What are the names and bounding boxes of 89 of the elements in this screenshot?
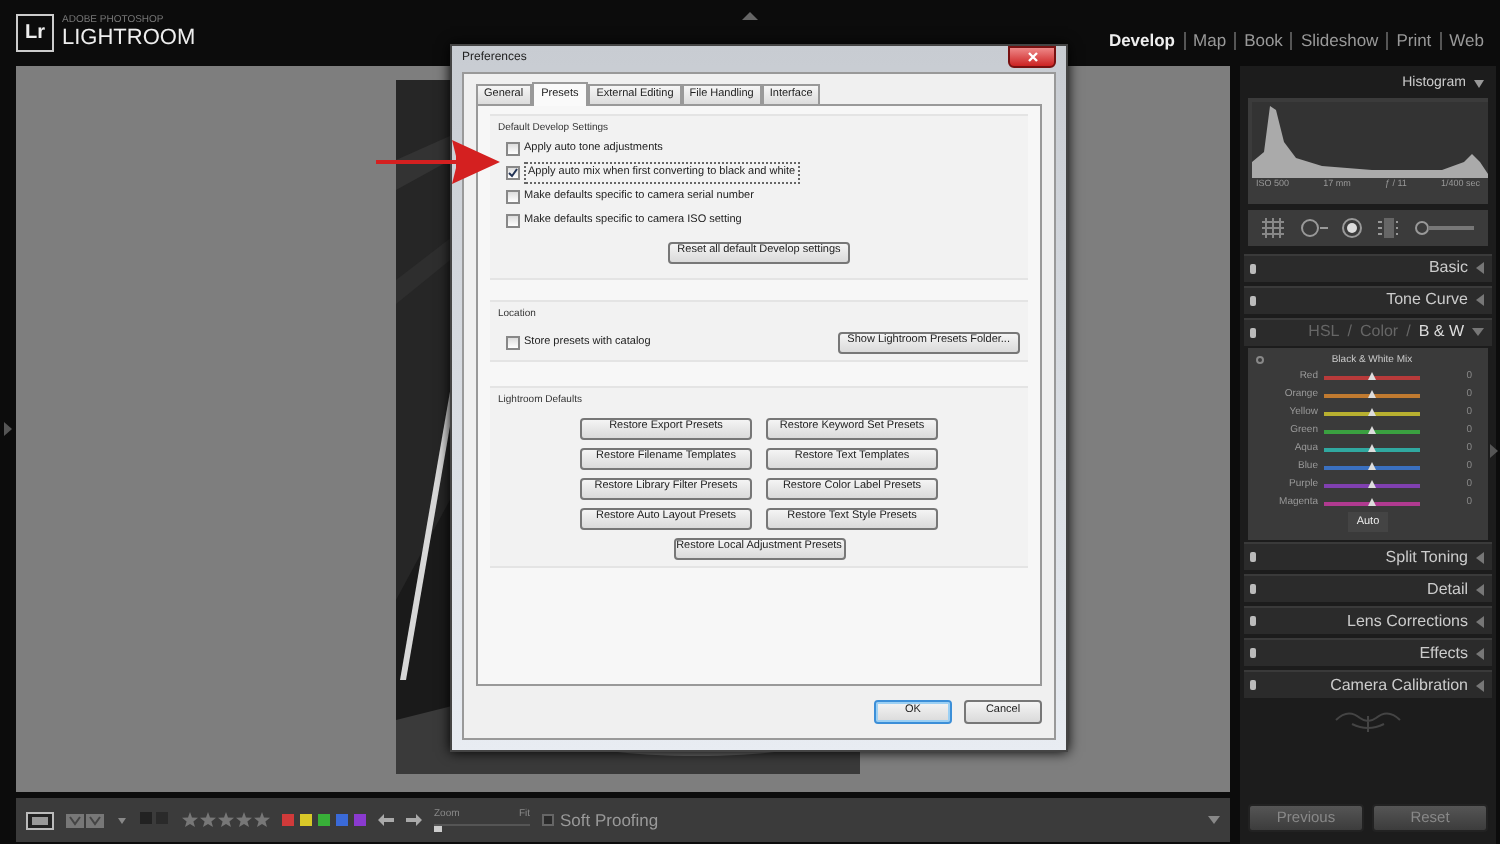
star-icon[interactable] <box>236 812 252 828</box>
separator-slash: / <box>1406 320 1411 344</box>
panel-title: Detail <box>1427 577 1468 602</box>
loupe-view-icon[interactable] <box>26 811 54 829</box>
slider-thumb[interactable] <box>1368 461 1376 469</box>
module-tab[interactable]: Print <box>1386 32 1440 50</box>
collapse-arrow-icon <box>742 12 758 20</box>
zoom-slider[interactable] <box>434 823 530 832</box>
panel-switch-icon[interactable] <box>1250 616 1256 627</box>
collapse-arrow-icon[interactable] <box>1476 615 1484 628</box>
panel-header[interactable]: Split Toning <box>1244 542 1492 571</box>
color-label[interactable] <box>318 814 330 826</box>
collapse-arrow-icon[interactable] <box>1474 80 1484 89</box>
slider-thumb[interactable] <box>434 825 442 832</box>
spot-removal-icon[interactable] <box>1299 217 1328 237</box>
panel-header[interactable]: Camera Calibration <box>1244 670 1492 699</box>
module-tab[interactable]: Book <box>1234 32 1291 50</box>
color-label[interactable] <box>354 814 366 826</box>
panel-title: Tone Curve <box>1386 288 1468 312</box>
ornament-icon <box>1332 708 1404 733</box>
close-icon <box>1027 52 1037 62</box>
panel-switch-icon[interactable] <box>1250 584 1256 595</box>
soft-proofing-label: Soft Proofing <box>560 807 659 833</box>
panel-header[interactable]: Detail <box>1244 574 1492 603</box>
module-tab[interactable]: Map <box>1183 32 1235 50</box>
caret-icon[interactable] <box>1208 816 1220 824</box>
caret-icon[interactable] <box>118 817 126 823</box>
panel-header[interactable]: Tone Curve <box>1244 285 1492 313</box>
star-icon[interactable] <box>218 812 234 828</box>
panel-title: Basic <box>1428 256 1468 280</box>
collapse-arrow-icon[interactable] <box>1476 551 1484 564</box>
slider-thumb[interactable] <box>1368 425 1376 433</box>
checkbox[interactable] <box>506 190 520 204</box>
graduated-filter-icon[interactable] <box>1378 217 1399 237</box>
module-tab[interactable]: Web <box>1439 32 1492 50</box>
color-label[interactable] <box>282 814 294 826</box>
collapse-arrow-icon[interactable] <box>1476 679 1484 692</box>
panel-switch-icon[interactable] <box>1250 295 1256 305</box>
brush-slider-icon[interactable] <box>1414 219 1475 235</box>
checkbox[interactable] <box>506 214 520 228</box>
slider-thumb[interactable] <box>1368 443 1376 451</box>
target-icon[interactable] <box>1256 356 1264 365</box>
dot-circle-icon[interactable] <box>1342 217 1363 237</box>
collapse-arrow-icon[interactable] <box>1476 583 1484 596</box>
panel-switch-icon[interactable] <box>1250 552 1256 563</box>
mode-tab[interactable]: B & W <box>1418 320 1464 344</box>
panel-title: Effects <box>1419 641 1468 666</box>
panel-title: Split Toning <box>1385 545 1468 570</box>
panel-header[interactable]: Lens Corrections <box>1244 606 1492 635</box>
check-icon <box>508 168 518 178</box>
soft-proofing-checkbox[interactable] <box>542 814 554 826</box>
crop-grid-icon[interactable] <box>1261 217 1284 237</box>
slider-thumb[interactable] <box>1368 407 1376 415</box>
slider-thumb[interactable] <box>1368 479 1376 487</box>
before-after-icon[interactable] <box>66 811 106 829</box>
panel-switch-icon[interactable] <box>1250 648 1256 659</box>
slider-thumb[interactable] <box>1368 371 1376 379</box>
annotation-arrow <box>376 140 500 184</box>
color-label[interactable] <box>300 814 312 826</box>
collapse-arrow-icon[interactable] <box>1476 294 1484 306</box>
panel-header[interactable]: Effects <box>1244 638 1492 667</box>
panel-switch-icon[interactable] <box>1250 327 1256 337</box>
arrow-right-icon[interactable] <box>406 814 422 826</box>
module-tab[interactable]: Develop <box>1100 32 1184 50</box>
close-button[interactable] <box>1008 46 1056 68</box>
panel-header[interactable]: Basic <box>1244 253 1492 281</box>
collapse-arrow-icon[interactable] <box>1476 262 1484 274</box>
collapse-arrow-icon[interactable] <box>1472 328 1484 336</box>
panel-switch-icon[interactable] <box>1250 263 1256 273</box>
panel-title: Camera Calibration <box>1330 673 1468 698</box>
slider-thumb[interactable] <box>1368 389 1376 397</box>
star-icon[interactable] <box>200 812 216 828</box>
checkbox[interactable] <box>506 335 520 349</box>
module-tab[interactable]: Slideshow <box>1290 32 1387 50</box>
separator-slash: / <box>1347 320 1352 344</box>
collapse-arrow-icon[interactable] <box>1476 647 1484 660</box>
star-icon[interactable] <box>182 812 198 828</box>
checkbox[interactable] <box>506 142 520 156</box>
checkbox[interactable] <box>506 166 520 180</box>
brand-name: LIGHTROOM <box>62 25 196 51</box>
panel-switch-icon[interactable] <box>1250 680 1256 691</box>
logo-mark: Lr <box>16 14 54 52</box>
star-icon[interactable] <box>254 812 270 828</box>
arrow-left-icon[interactable] <box>378 814 394 826</box>
collapse-arrow-icon <box>4 422 12 436</box>
panel-header[interactable]: HSL / Color / B & W <box>1244 317 1492 345</box>
color-label[interactable] <box>336 814 348 826</box>
collapse-arrow-icon <box>1490 444 1498 458</box>
panel-title: Lens Corrections <box>1347 609 1468 634</box>
